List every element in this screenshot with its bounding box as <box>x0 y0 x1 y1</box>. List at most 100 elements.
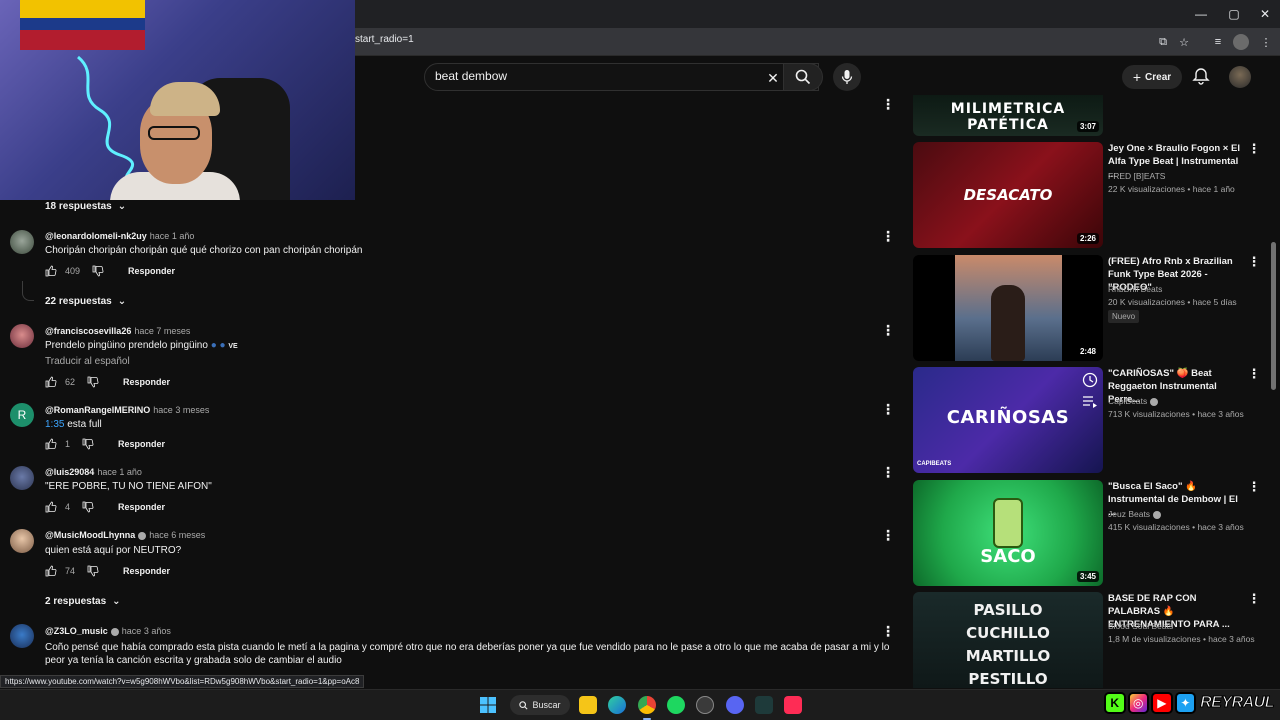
like-icon[interactable] <box>45 501 57 513</box>
reply-button[interactable]: Responder <box>118 439 165 449</box>
file-explorer-icon[interactable] <box>579 696 597 714</box>
page-scrollbar[interactable] <box>1271 242 1276 390</box>
install-app-icon[interactable]: ⧉ <box>1155 34 1171 50</box>
comment-author[interactable]: @luis29084 hace 1 año <box>45 467 142 477</box>
discord-icon[interactable] <box>726 696 744 714</box>
video-thumbnail[interactable]: MILIMETRICA PATÉTICA 3:07 <box>913 95 1103 136</box>
avatar[interactable]: R <box>10 403 34 427</box>
close-window-icon[interactable]: ✕ <box>1248 0 1280 28</box>
video-channel[interactable]: CapiBeats <box>1108 396 1159 406</box>
channel-name[interactable]: Jeuz Beats <box>1108 509 1150 519</box>
avatar[interactable] <box>10 529 34 553</box>
tiktok-icon[interactable] <box>784 696 802 714</box>
notifications-bell-icon[interactable] <box>1192 67 1210 85</box>
minimize-icon[interactable]: — <box>1184 0 1218 28</box>
timestamp-link[interactable]: 1:35 <box>45 419 64 430</box>
create-button[interactable]: + Crear <box>1122 65 1182 89</box>
dislike-icon[interactable] <box>87 376 99 388</box>
terminal-icon[interactable] <box>755 696 773 714</box>
comment-text-main: Prendelo pingüino prendelo pingüino <box>45 340 208 351</box>
comment-author[interactable]: @MusicMoodLhynna hace 6 meses <box>45 530 205 540</box>
media-control-icon[interactable]: ≡ <box>1210 34 1226 50</box>
replies-toggle[interactable]: 22 respuestas ⌄ <box>45 296 126 307</box>
video-options-icon[interactable]: ⋮ <box>1248 141 1261 156</box>
replies-toggle[interactable]: 18 respuestas ⌄ <box>45 201 126 212</box>
author-handle[interactable]: @franciscosevilla26 <box>45 326 131 336</box>
windows-start-icon[interactable] <box>479 696 497 714</box>
comment-time[interactable]: hace 3 meses <box>153 405 209 415</box>
bookmark-star-icon[interactable]: ☆ <box>1176 34 1192 50</box>
chrome-icon[interactable] <box>638 696 656 714</box>
watch-later-icon[interactable] <box>1082 372 1098 388</box>
author-handle[interactable]: @RomanRangelMERINO <box>45 405 150 415</box>
avatar[interactable] <box>10 324 34 348</box>
reply-button[interactable]: Responder <box>118 502 165 512</box>
video-options-icon[interactable]: ⋮ <box>1248 591 1261 606</box>
voice-search-button[interactable] <box>833 63 861 91</box>
address-url[interactable]: start_radio=1 <box>355 34 414 45</box>
comment-options-icon[interactable]: ⋮ <box>880 527 896 543</box>
comment-options-icon[interactable]: ⋮ <box>880 322 896 338</box>
translate-link[interactable]: Traducir al español <box>45 356 130 367</box>
maximize-icon[interactable]: ▢ <box>1217 0 1251 28</box>
video-options-icon[interactable]: ⋮ <box>1248 479 1261 494</box>
add-to-queue-icon[interactable] <box>1082 394 1098 408</box>
channel-name[interactable]: CapiBeats <box>1108 396 1147 406</box>
comment-author[interactable]: @RomanRangelMERINO hace 3 meses <box>45 405 209 415</box>
search-box[interactable]: ✕ <box>424 63 819 91</box>
video-thumbnail[interactable]: CARIÑOSAS CAPIBEATS <box>913 367 1103 473</box>
comment-time[interactable]: hace 7 meses <box>134 326 190 336</box>
app-icon[interactable] <box>696 696 714 714</box>
search-button[interactable] <box>783 63 823 91</box>
video-thumbnail[interactable]: DESACATO 2:26 <box>913 142 1103 248</box>
video-thumbnail[interactable]: PASILLO CUCHILLO MARTILLO PESTILLO <box>913 592 1103 688</box>
replies-toggle[interactable]: 2 respuestas ⌄ <box>45 596 121 607</box>
comment-options-icon[interactable]: ⋮ <box>880 96 896 112</box>
dislike-icon[interactable] <box>92 265 104 277</box>
like-icon[interactable] <box>45 376 57 388</box>
reply-button[interactable]: Responder <box>128 266 175 276</box>
dislike-icon[interactable] <box>82 501 94 513</box>
comment-author[interactable]: @Z3LO_music hace 3 años <box>45 626 171 636</box>
video-thumbnail[interactable]: 2:48 <box>913 255 1103 361</box>
video-channel[interactable]: RnbDrill Beats <box>1108 284 1162 294</box>
dislike-icon[interactable] <box>82 438 94 450</box>
comment-options-icon[interactable]: ⋮ <box>880 228 896 244</box>
author-handle[interactable]: @luis29084 <box>45 467 94 477</box>
comment-time[interactable]: hace 6 meses <box>149 530 205 540</box>
spotify-icon[interactable] <box>667 696 685 714</box>
video-channel[interactable]: FRED [B]EATS <box>1108 171 1165 181</box>
account-avatar[interactable] <box>1229 66 1251 88</box>
avatar[interactable] <box>10 466 34 490</box>
search-input[interactable] <box>435 69 755 83</box>
clear-search-icon[interactable]: ✕ <box>763 68 783 88</box>
profile-icon[interactable] <box>1233 34 1249 50</box>
comment-options-icon[interactable]: ⋮ <box>880 464 896 480</box>
browser-menu-icon[interactable]: ⋮ <box>1258 34 1274 50</box>
comment-author[interactable]: @leonardolomeli-nk2uy hace 1 año <box>45 231 194 241</box>
comment-time[interactable]: hace 1 año <box>150 231 195 241</box>
author-handle[interactable]: @leonardolomeli-nk2uy <box>45 231 147 241</box>
comment-time[interactable]: hace 1 año <box>97 467 142 477</box>
avatar[interactable] <box>10 230 34 254</box>
comment-time[interactable]: hace 3 años <box>122 626 171 636</box>
edge-icon[interactable] <box>608 696 626 714</box>
reply-button[interactable]: Responder <box>123 566 170 576</box>
video-thumbnail[interactable]: SACO 3:45 <box>913 480 1103 586</box>
reply-button[interactable]: Responder <box>123 377 170 387</box>
author-handle[interactable]: @Z3LO_music <box>45 626 108 636</box>
dislike-icon[interactable] <box>87 565 99 577</box>
author-handle[interactable]: @MusicMoodLhynna <box>45 530 135 540</box>
like-icon[interactable] <box>45 265 57 277</box>
comment-options-icon[interactable]: ⋮ <box>880 623 896 639</box>
video-channel[interactable]: Jeuz Beats <box>1108 509 1162 519</box>
video-options-icon[interactable]: ⋮ <box>1248 254 1261 269</box>
video-options-icon[interactable]: ⋮ <box>1248 366 1261 381</box>
like-icon[interactable] <box>45 438 57 450</box>
like-icon[interactable] <box>45 565 57 577</box>
video-channel[interactable]: Blood Soul Beats <box>1108 621 1173 631</box>
taskbar-search[interactable]: Buscar <box>510 695 570 715</box>
comment-author[interactable]: @franciscosevilla26 hace 7 meses <box>45 326 190 336</box>
comment-options-icon[interactable]: ⋮ <box>880 401 896 417</box>
avatar[interactable] <box>10 624 34 648</box>
